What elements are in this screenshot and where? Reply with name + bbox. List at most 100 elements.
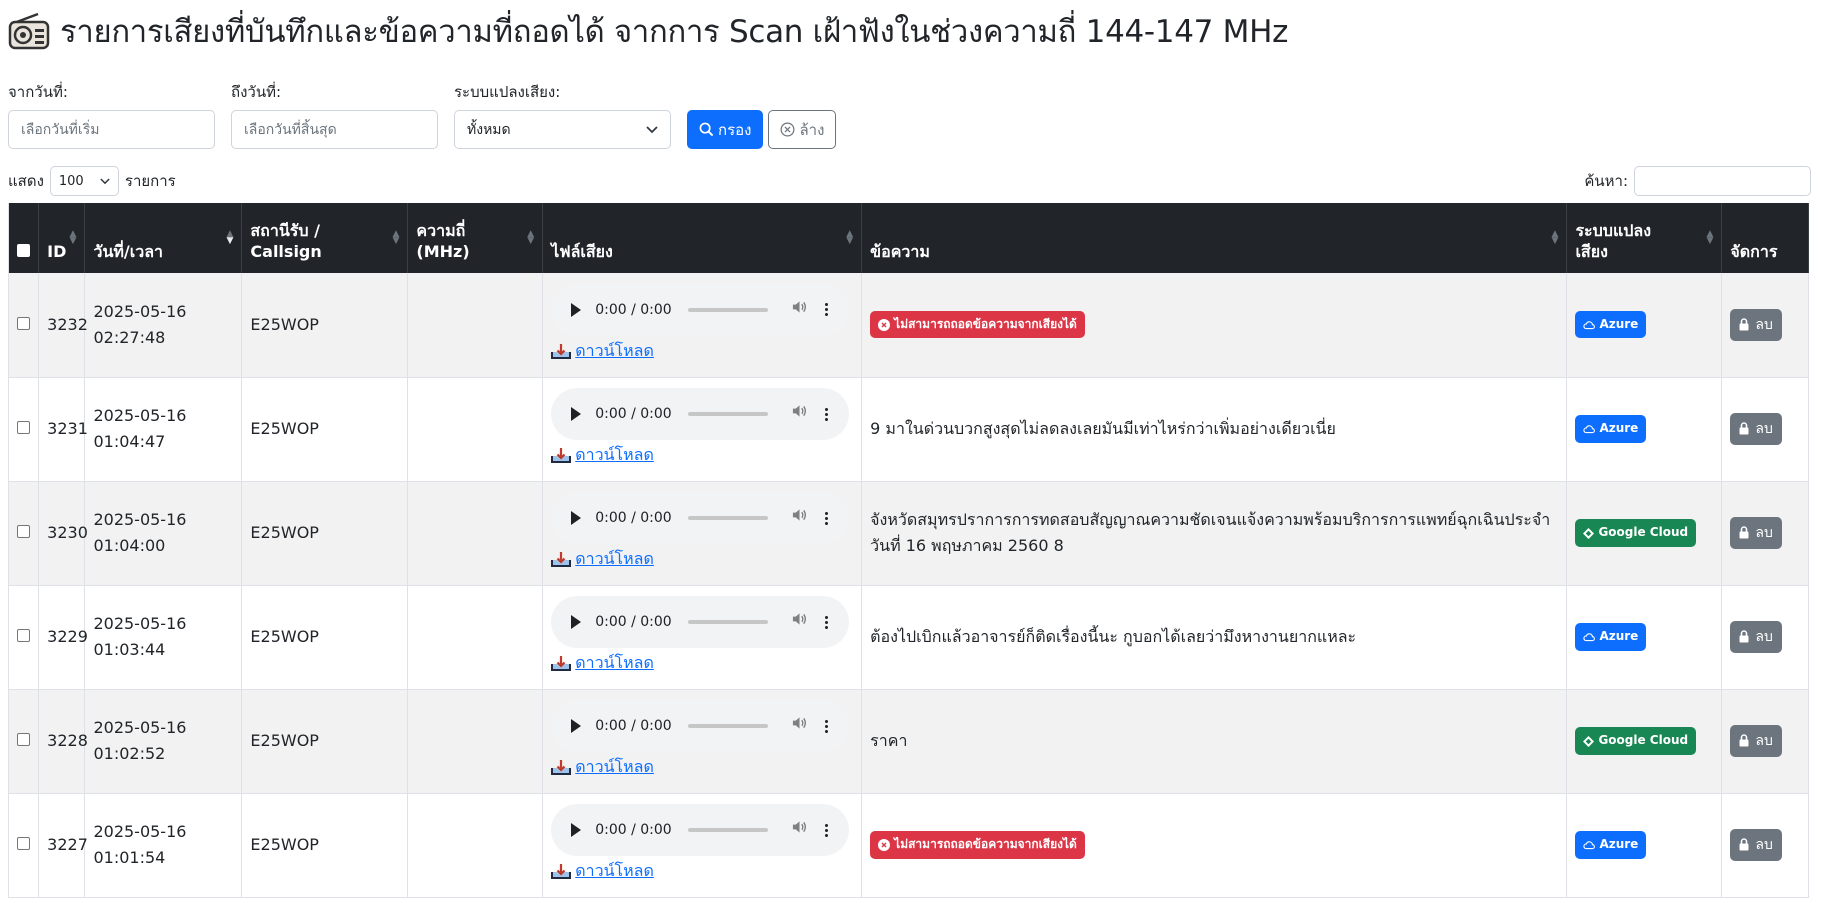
audio-progress-slider[interactable] xyxy=(687,307,768,312)
chevron-down-icon xyxy=(100,177,110,184)
row-checkbox[interactable] xyxy=(17,421,30,435)
col-datetime[interactable]: วันที่/เวลา ▲ ▼ xyxy=(84,203,243,273)
delete-button[interactable]: ลบ xyxy=(1730,828,1782,862)
volume-icon[interactable] xyxy=(792,403,807,425)
record-id: 3228 xyxy=(38,689,88,794)
audio-player[interactable]: 0:00 / 0:00 xyxy=(551,492,850,545)
delete-label: ลบ xyxy=(1755,316,1773,333)
col-engine-label-1: ระบบแปลง xyxy=(1575,220,1652,240)
download-icon xyxy=(551,656,572,671)
page-length-select[interactable]: 100 xyxy=(49,166,119,196)
record-frequency xyxy=(407,689,544,794)
row-checkbox[interactable] xyxy=(17,629,30,643)
col-id-label: ID xyxy=(47,242,67,262)
delete-button[interactable]: ลบ xyxy=(1730,308,1782,341)
google-cloud-icon xyxy=(1583,735,1595,747)
audio-player[interactable]: 0:00 / 0:00 xyxy=(551,804,850,857)
more-options-icon[interactable] xyxy=(824,823,828,838)
download-link[interactable]: ดาวน์โหลด xyxy=(551,442,853,468)
audio-progress-slider[interactable] xyxy=(687,620,768,625)
more-options-icon[interactable] xyxy=(824,302,828,317)
play-icon[interactable] xyxy=(571,511,582,526)
record-date: 2025-05-16 xyxy=(93,718,187,738)
play-icon[interactable] xyxy=(571,407,582,422)
download-label: ดาวน์โหลด xyxy=(575,861,654,881)
more-options-icon[interactable] xyxy=(824,407,828,422)
filter-button[interactable]: กรอง xyxy=(687,110,764,149)
message-cell: 9 มาในด่วนบวกสูงสุดไม่ลดลงเลยมันมีเท่าไห… xyxy=(861,377,1568,482)
download-link[interactable]: ดาวน์โหลด xyxy=(551,546,853,572)
engine-select[interactable]: ทั้งหมด xyxy=(454,110,671,149)
select-all-checkbox[interactable] xyxy=(17,244,30,258)
col-id[interactable]: ID ▲ ▼ xyxy=(38,203,86,273)
col-datetime-label: วันที่/เวลา xyxy=(93,242,164,262)
row-select-cell xyxy=(7,377,40,482)
page-length-control: แสดง 100 รายการ xyxy=(8,166,176,196)
record-time: 01:02:52 xyxy=(93,744,166,763)
audio-player[interactable]: 0:00 / 0:00 xyxy=(551,596,850,649)
more-options-icon[interactable] xyxy=(824,719,828,734)
delete-label: ลบ xyxy=(1755,420,1773,437)
row-checkbox[interactable] xyxy=(17,525,30,539)
audio-player[interactable]: 0:00 / 0:00 xyxy=(551,700,850,753)
audio-player[interactable]: 0:00 / 0:00 xyxy=(551,283,850,336)
download-link[interactable]: ดาวน์โหลด xyxy=(551,338,853,364)
col-message[interactable]: ข้อความ ▲ ▼ xyxy=(861,203,1568,273)
play-icon[interactable] xyxy=(571,302,582,317)
search-input[interactable] xyxy=(1634,166,1811,196)
to-date-input[interactable]: เลือกวันที่สิ้นสุด xyxy=(231,110,438,149)
record-callsign: E25WOP xyxy=(241,689,409,794)
sort-icon: ▲ ▼ xyxy=(392,229,400,246)
table-row: 3229 2025-05-16 01:03:44 E25WOP 0:00 / 0:00 ด… xyxy=(7,585,1809,690)
table-row: 3227 2025-05-16 01:01:54 E25WOP 0:00 / 0:00 ด… xyxy=(7,793,1809,898)
more-options-icon[interactable] xyxy=(824,511,828,526)
more-options-icon[interactable] xyxy=(824,615,828,630)
download-link[interactable]: ดาวน์โหลด xyxy=(551,650,853,676)
volume-icon[interactable] xyxy=(792,299,807,321)
volume-icon[interactable] xyxy=(792,507,807,529)
download-link[interactable]: ดาวน์โหลด xyxy=(551,858,853,884)
sort-icon: ▲ ▼ xyxy=(69,229,77,246)
delete-button[interactable]: ลบ xyxy=(1730,412,1782,446)
audio-progress-slider[interactable] xyxy=(687,516,768,521)
audio-cell: 0:00 / 0:00 ดาวน์โหลด xyxy=(542,793,863,898)
delete-label: ลบ xyxy=(1755,732,1773,749)
play-icon[interactable] xyxy=(571,823,582,838)
delete-button[interactable]: ลบ xyxy=(1730,620,1782,654)
col-engine[interactable]: ระบบแปลง เสียง ▲ ▼ xyxy=(1566,203,1723,273)
row-checkbox[interactable] xyxy=(17,837,30,851)
entries-label: รายการ xyxy=(124,172,176,190)
x-circle-icon xyxy=(780,122,795,137)
play-icon[interactable] xyxy=(571,615,582,630)
delete-button[interactable]: ลบ xyxy=(1730,724,1782,758)
engine-badge: Azure xyxy=(1575,831,1647,859)
volume-icon[interactable] xyxy=(792,819,807,841)
col-station[interactable]: สถานีรับ / Callsign ▲ ▼ xyxy=(241,203,409,273)
volume-icon[interactable] xyxy=(792,611,807,633)
audio-cell: 0:00 / 0:00 ดาวน์โหลด xyxy=(542,273,863,378)
filter-bar: จากวันที่: เลือกวันที่เริ่ม ถึงวันที่: เ… xyxy=(8,80,1811,149)
engine-cell: Google Cloud xyxy=(1566,689,1723,794)
delete-button[interactable]: ลบ xyxy=(1730,516,1782,550)
play-icon[interactable] xyxy=(571,719,582,734)
row-checkbox[interactable] xyxy=(17,733,30,747)
record-id: 3227 xyxy=(38,793,88,898)
audio-progress-slider[interactable] xyxy=(687,724,768,729)
delete-label: ลบ xyxy=(1755,836,1773,853)
record-time: 01:01:54 xyxy=(93,848,166,867)
audio-progress-slider[interactable] xyxy=(687,828,768,833)
download-link[interactable]: ดาวน์โหลด xyxy=(551,754,853,780)
row-checkbox[interactable] xyxy=(17,316,30,330)
col-frequency[interactable]: ความถี่ (MHz) ▲ ▼ xyxy=(407,203,544,273)
record-time: 02:27:48 xyxy=(93,327,166,347)
audio-progress-slider[interactable] xyxy=(687,412,768,417)
from-date-input[interactable]: เลือกวันที่เริ่ม xyxy=(8,110,215,149)
audio-player[interactable]: 0:00 / 0:00 xyxy=(551,388,850,441)
volume-icon[interactable] xyxy=(792,715,807,737)
lock-icon xyxy=(1739,526,1749,539)
col-audio[interactable]: ไฟล์เสียง ▲ ▼ xyxy=(542,203,863,273)
actions-cell: ลบ xyxy=(1721,793,1809,898)
from-date-group: จากวันที่: เลือกวันที่เริ่ม xyxy=(8,80,215,149)
engine-badge-label: Azure xyxy=(1599,629,1639,644)
clear-button[interactable]: ล้าง xyxy=(768,110,837,149)
